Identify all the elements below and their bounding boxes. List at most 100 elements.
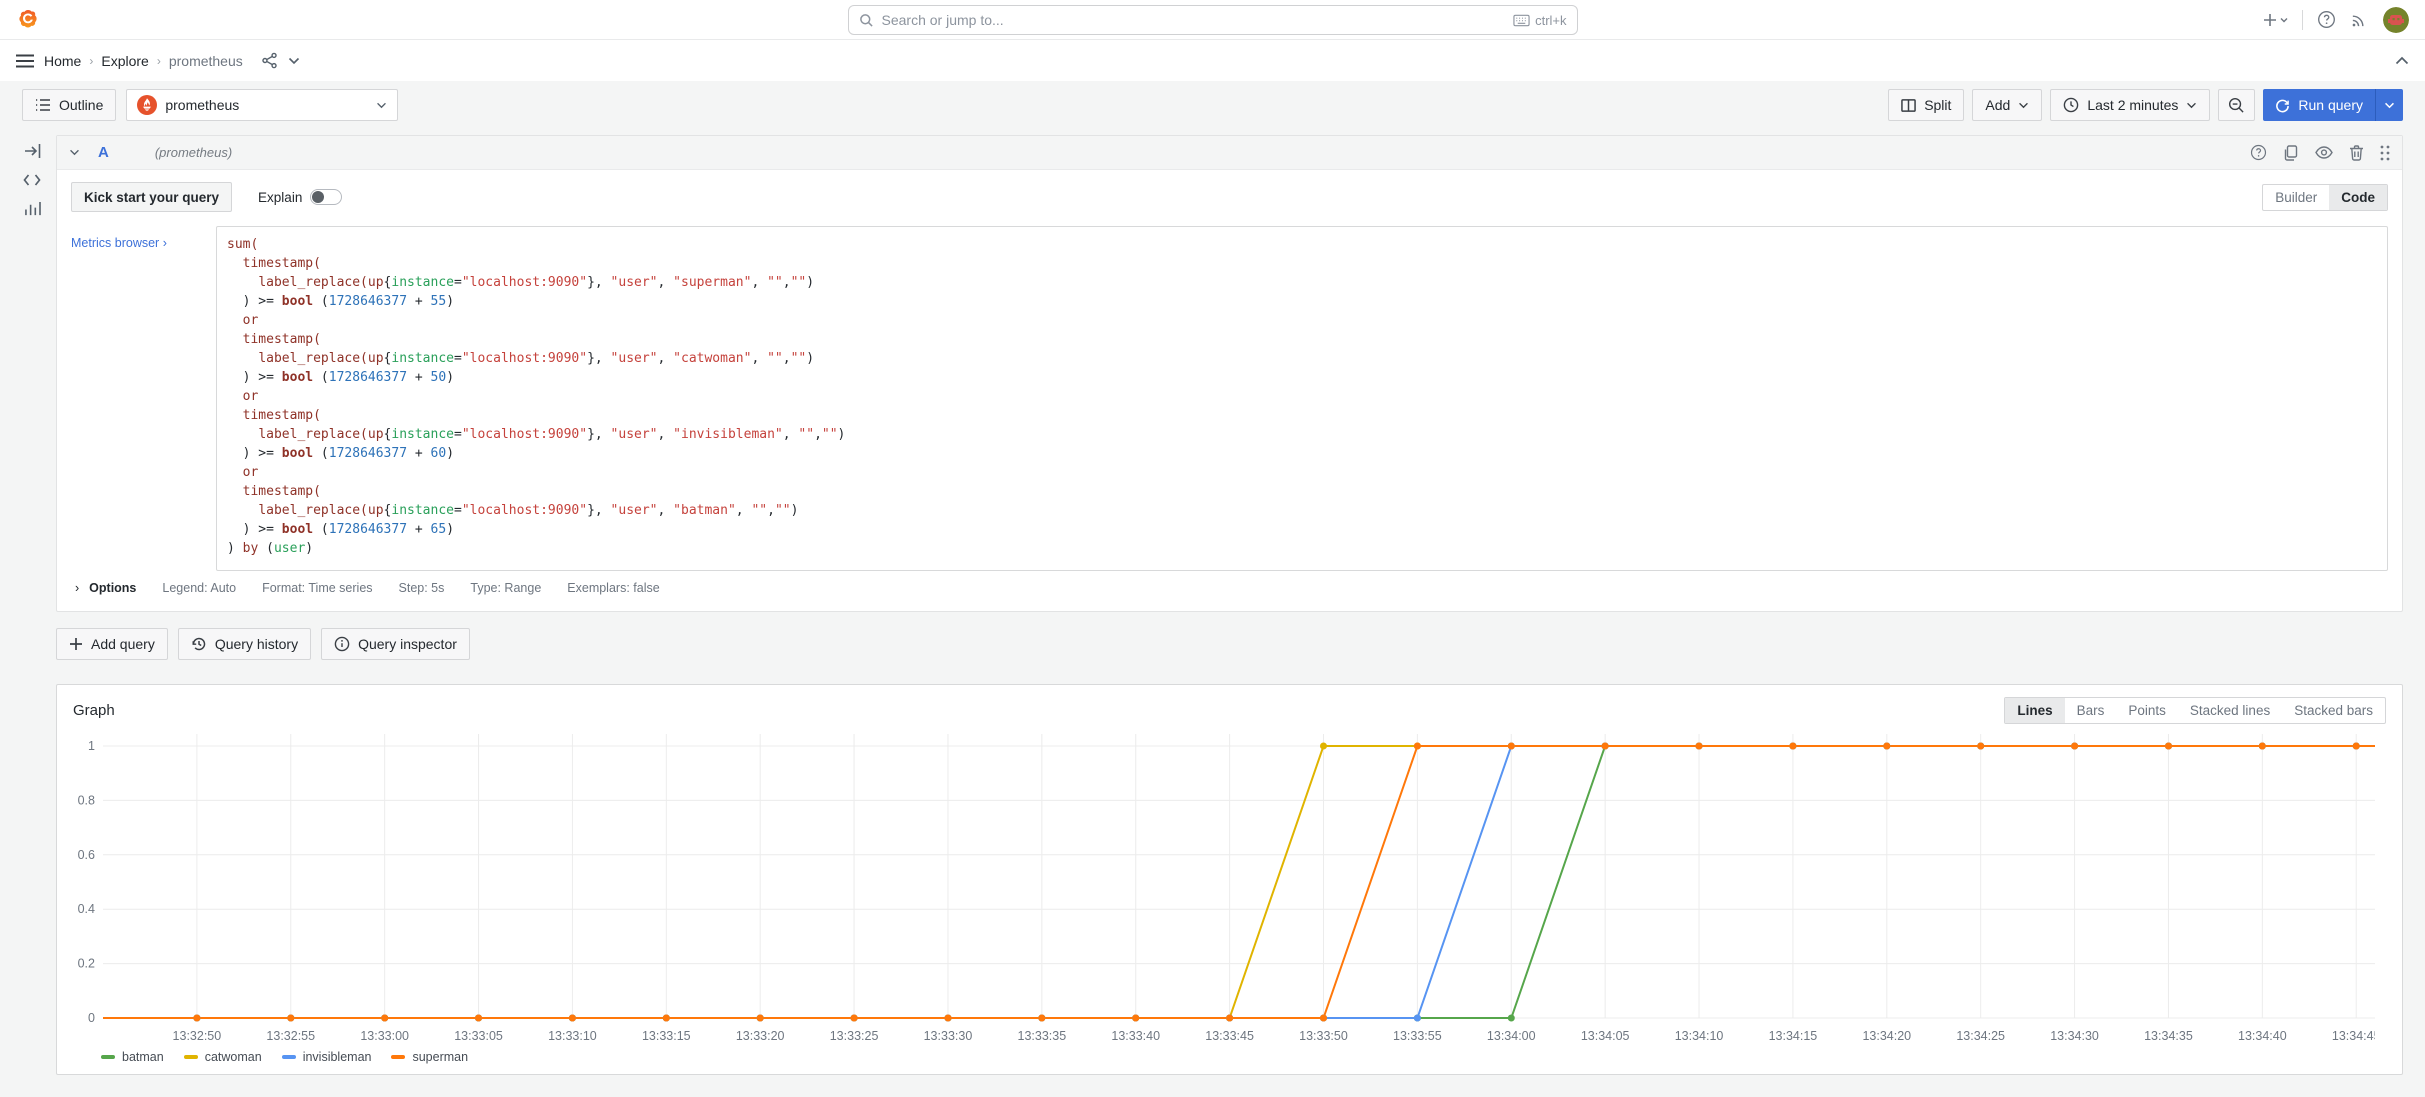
run-query-dropdown[interactable] <box>2375 89 2403 121</box>
svg-text:13:33:55: 13:33:55 <box>1393 1029 1442 1043</box>
graph-style-bars[interactable]: Bars <box>2065 698 2117 723</box>
expand-outline-icon[interactable] <box>23 143 41 159</box>
remove-query-icon[interactable] <box>2349 145 2364 161</box>
chevron-down-icon <box>2186 102 2197 109</box>
options-type: Type: Range <box>470 581 541 595</box>
explain-toggle[interactable] <box>310 189 342 205</box>
query-editor-panel: A (prometheus) <box>56 135 2403 612</box>
breadcrumb-home[interactable]: Home <box>44 53 81 69</box>
add-dropdown-button[interactable]: Add <box>1972 89 2042 121</box>
add-query-button[interactable]: Add query <box>56 628 168 660</box>
query-history-label: Query history <box>215 636 298 652</box>
help-icon[interactable] <box>2317 10 2336 29</box>
outline-label: Outline <box>59 97 103 113</box>
promql-code-editor[interactable]: sum( timestamp( label_replace(up{instanc… <box>216 226 2388 571</box>
time-series-chart[interactable]: 00.20.40.60.8113:32:5013:32:5513:33:0013… <box>57 728 2402 1048</box>
hide-response-icon[interactable] <box>2315 146 2333 159</box>
svg-text:0: 0 <box>88 1011 95 1025</box>
zoom-out-button[interactable] <box>2218 89 2255 121</box>
legend-swatch <box>184 1055 198 1059</box>
query-history-button[interactable]: Query history <box>178 628 311 660</box>
clock-icon <box>2063 97 2079 113</box>
search-placeholder: Search or jump to... <box>882 12 1506 28</box>
chevron-right-icon: › <box>89 54 93 68</box>
svg-text:0.6: 0.6 <box>78 848 95 862</box>
explore-content: Outline prometheus <box>0 81 2425 1075</box>
drag-handle-icon[interactable] <box>2380 145 2390 161</box>
menu-icon[interactable] <box>16 54 34 68</box>
refresh-icon <box>2275 98 2290 113</box>
outline-icon <box>35 98 51 112</box>
query-help-icon[interactable] <box>2250 144 2267 161</box>
share-icon[interactable] <box>261 52 278 69</box>
svg-text:13:34:35: 13:34:35 <box>2144 1029 2193 1043</box>
queries-outline-icon[interactable] <box>23 173 41 187</box>
query-datasource-hint: (prometheus) <box>155 145 232 160</box>
chevron-right-icon: › <box>157 54 161 68</box>
split-button[interactable]: Split <box>1888 89 1964 121</box>
options-title[interactable]: Options <box>89 581 136 595</box>
legend-swatch <box>101 1055 115 1059</box>
options-format: Format: Time series <box>262 581 372 595</box>
svg-text:13:34:20: 13:34:20 <box>1862 1029 1911 1043</box>
plus-icon <box>69 637 83 651</box>
chart-legend: batman catwoman invisibleman superman <box>57 1048 2402 1070</box>
svg-text:13:34:10: 13:34:10 <box>1675 1029 1724 1043</box>
graph-style-points[interactable]: Points <box>2116 698 2178 723</box>
kick-start-query-button[interactable]: Kick start your query <box>71 182 232 212</box>
legend-item-batman[interactable]: batman <box>101 1050 164 1064</box>
run-query-label: Run query <box>2298 97 2363 113</box>
legend-item-catwoman[interactable]: catwoman <box>184 1050 262 1064</box>
code-mode-option[interactable]: Code <box>2329 185 2387 210</box>
collapse-topbar-icon[interactable] <box>2395 56 2409 65</box>
svg-text:13:34:00: 13:34:00 <box>1487 1029 1536 1043</box>
duplicate-query-icon[interactable] <box>2283 145 2299 161</box>
datasource-picker[interactable]: prometheus <box>126 89 398 121</box>
chevron-down-icon <box>376 102 387 109</box>
svg-text:13:33:50: 13:33:50 <box>1299 1029 1348 1043</box>
search-input[interactable]: Search or jump to... ctrl+k <box>848 5 1578 35</box>
legend-item-superman[interactable]: superman <box>391 1050 468 1064</box>
metrics-browser-link[interactable]: Metrics browser › <box>71 236 167 250</box>
svg-text:13:34:15: 13:34:15 <box>1769 1029 1818 1043</box>
options-step: Step: 5s <box>399 581 445 595</box>
breadcrumb-datasource[interactable]: prometheus <box>169 53 243 69</box>
graph-style-lines[interactable]: Lines <box>2005 698 2064 723</box>
breadcrumb-explore[interactable]: Explore <box>101 53 148 69</box>
info-icon <box>334 636 350 652</box>
graph-style-toggle: LinesBarsPointsStacked linesStacked bars <box>2004 697 2386 724</box>
query-footer: Add query Query history <box>56 628 2403 660</box>
time-range-picker[interactable]: Last 2 minutes <box>2050 89 2210 121</box>
graph-outline-icon[interactable] <box>24 201 41 216</box>
svg-text:13:34:40: 13:34:40 <box>2238 1029 2287 1043</box>
query-inspector-button[interactable]: Query inspector <box>321 628 470 660</box>
divider <box>2302 10 2303 30</box>
outline-button[interactable]: Outline <box>22 89 116 121</box>
shortcut-hint: ctrl+k <box>1513 13 1566 28</box>
explain-label: Explain <box>258 190 302 205</box>
grafana-logo[interactable] <box>16 8 40 32</box>
split-label: Split <box>1924 97 1951 113</box>
run-query-button[interactable]: Run query <box>2263 89 2403 121</box>
graph-panel-title: Graph <box>73 702 115 719</box>
new-dropdown-button[interactable] <box>2262 12 2288 28</box>
options-expand-icon[interactable]: › <box>75 581 79 595</box>
graph-style-stacked-lines[interactable]: Stacked lines <box>2178 698 2282 723</box>
add-query-label: Add query <box>91 636 155 652</box>
query-inspector-label: Query inspector <box>358 636 457 652</box>
builder-mode-option[interactable]: Builder <box>2263 185 2329 210</box>
svg-text:13:32:50: 13:32:50 <box>173 1029 222 1043</box>
news-icon[interactable] <box>2350 10 2369 29</box>
graph-style-stacked-bars[interactable]: Stacked bars <box>2282 698 2385 723</box>
svg-text:13:33:35: 13:33:35 <box>1018 1029 1067 1043</box>
explore-toolbar: Outline prometheus <box>22 89 2403 121</box>
chevron-down-icon[interactable] <box>288 57 300 65</box>
chevron-down-icon[interactable] <box>69 149 80 156</box>
content-outline-rail <box>8 135 56 1075</box>
keyboard-icon <box>1513 14 1530 27</box>
datasource-name: prometheus <box>165 97 239 113</box>
top-bar: Search or jump to... ctrl+k <box>0 0 2425 40</box>
legend-item-invisibleman[interactable]: invisibleman <box>282 1050 372 1064</box>
query-row-header[interactable]: A (prometheus) <box>57 136 2402 170</box>
user-avatar[interactable] <box>2383 7 2409 33</box>
